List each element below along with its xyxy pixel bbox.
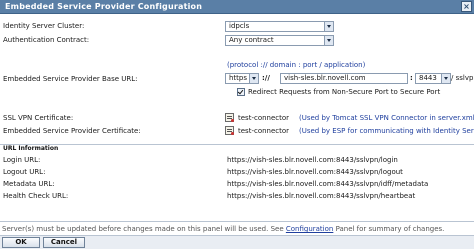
protocol-separator: :// — [262, 74, 270, 82]
esp-cert-hint: (Used by ESP for communicating with Iden… — [299, 127, 474, 135]
chevron-down-icon — [441, 74, 450, 83]
ssl-cert-label: SSL VPN Certificate: — [3, 114, 74, 122]
redirect-checkbox[interactable] — [237, 88, 245, 96]
port-separator: : — [410, 74, 413, 82]
cluster-label: Identity Server Cluster: — [3, 22, 85, 30]
auth-contract-select-value: Any contract — [229, 36, 274, 44]
chevron-down-icon — [249, 74, 258, 83]
window-title: Embedded Service Provider Configuration — [5, 2, 203, 11]
url-format-hint: (protocol :// domain : port / applicatio… — [227, 61, 366, 69]
health-check-url-value: https://vish-sles.blr.novell.com:8443/ss… — [227, 192, 416, 200]
metadata-url-value: https://vish-sles.blr.novell.com:8443/ss… — [227, 180, 429, 188]
ssl-cert-hint: (Used by Tomcat SSL VPN Connector in ser… — [299, 114, 474, 122]
esp-cert-value: test-connector — [238, 127, 290, 135]
chevron-down-icon — [324, 36, 333, 45]
application-path: / sslvpn — [451, 74, 474, 82]
url-info-section: URL Information — [0, 144, 474, 152]
cluster-select-value: idpcls — [229, 22, 250, 30]
metadata-url-label: Metadata URL: — [3, 180, 55, 188]
cluster-select[interactable]: idpcls — [225, 21, 334, 32]
login-url-value: https://vish-sles.blr.novell.com:8443/ss… — [227, 156, 398, 164]
footer-notice: Server(s) must be updated before changes… — [0, 221, 474, 235]
url-info-header: URL Information — [3, 145, 59, 152]
port-select[interactable]: 8443 — [415, 73, 451, 84]
redirect-label: Redirect Requests from Non-Secure Port t… — [248, 88, 441, 96]
footer-text-before: Server(s) must be updated before changes… — [2, 225, 286, 233]
chevron-down-icon — [324, 22, 333, 31]
title-bar: Embedded Service Provider Configuration … — [0, 0, 474, 14]
protocol-select-value: https — [229, 74, 248, 82]
footer-text-after: Panel for summary of changes. — [333, 225, 445, 233]
close-icon[interactable]: × — [461, 1, 472, 12]
ok-button[interactable]: OK — [2, 237, 40, 248]
logout-url-value: https://vish-sles.blr.novell.com:8443/ss… — [227, 168, 403, 176]
domain-input[interactable]: vish-sles.blr.novell.com — [280, 73, 408, 84]
logout-url-label: Logout URL: — [3, 168, 46, 176]
domain-input-value: vish-sles.blr.novell.com — [284, 74, 366, 82]
auth-contract-select[interactable]: Any contract — [225, 35, 334, 46]
auth-contract-label: Authentication Contract: — [3, 36, 90, 44]
footer-message: Server(s) must be updated before changes… — [2, 225, 444, 233]
cancel-button[interactable]: Cancel — [43, 237, 85, 248]
button-bar: OK Cancel — [0, 235, 474, 249]
ssl-cert-value: test-connector — [238, 114, 290, 122]
port-select-value: 8443 — [419, 74, 437, 82]
certificate-icon[interactable] — [225, 113, 234, 122]
health-check-url-label: Health Check URL: — [3, 192, 69, 200]
protocol-select[interactable]: https — [225, 73, 259, 84]
configuration-link[interactable]: Configuration — [286, 225, 333, 233]
esp-cert-label: Embedded Service Provider Certificate: — [3, 127, 141, 135]
login-url-label: Login URL: — [3, 156, 41, 164]
certificate-icon[interactable] — [225, 126, 234, 135]
base-url-label: Embedded Service Provider Base URL: — [3, 75, 138, 83]
